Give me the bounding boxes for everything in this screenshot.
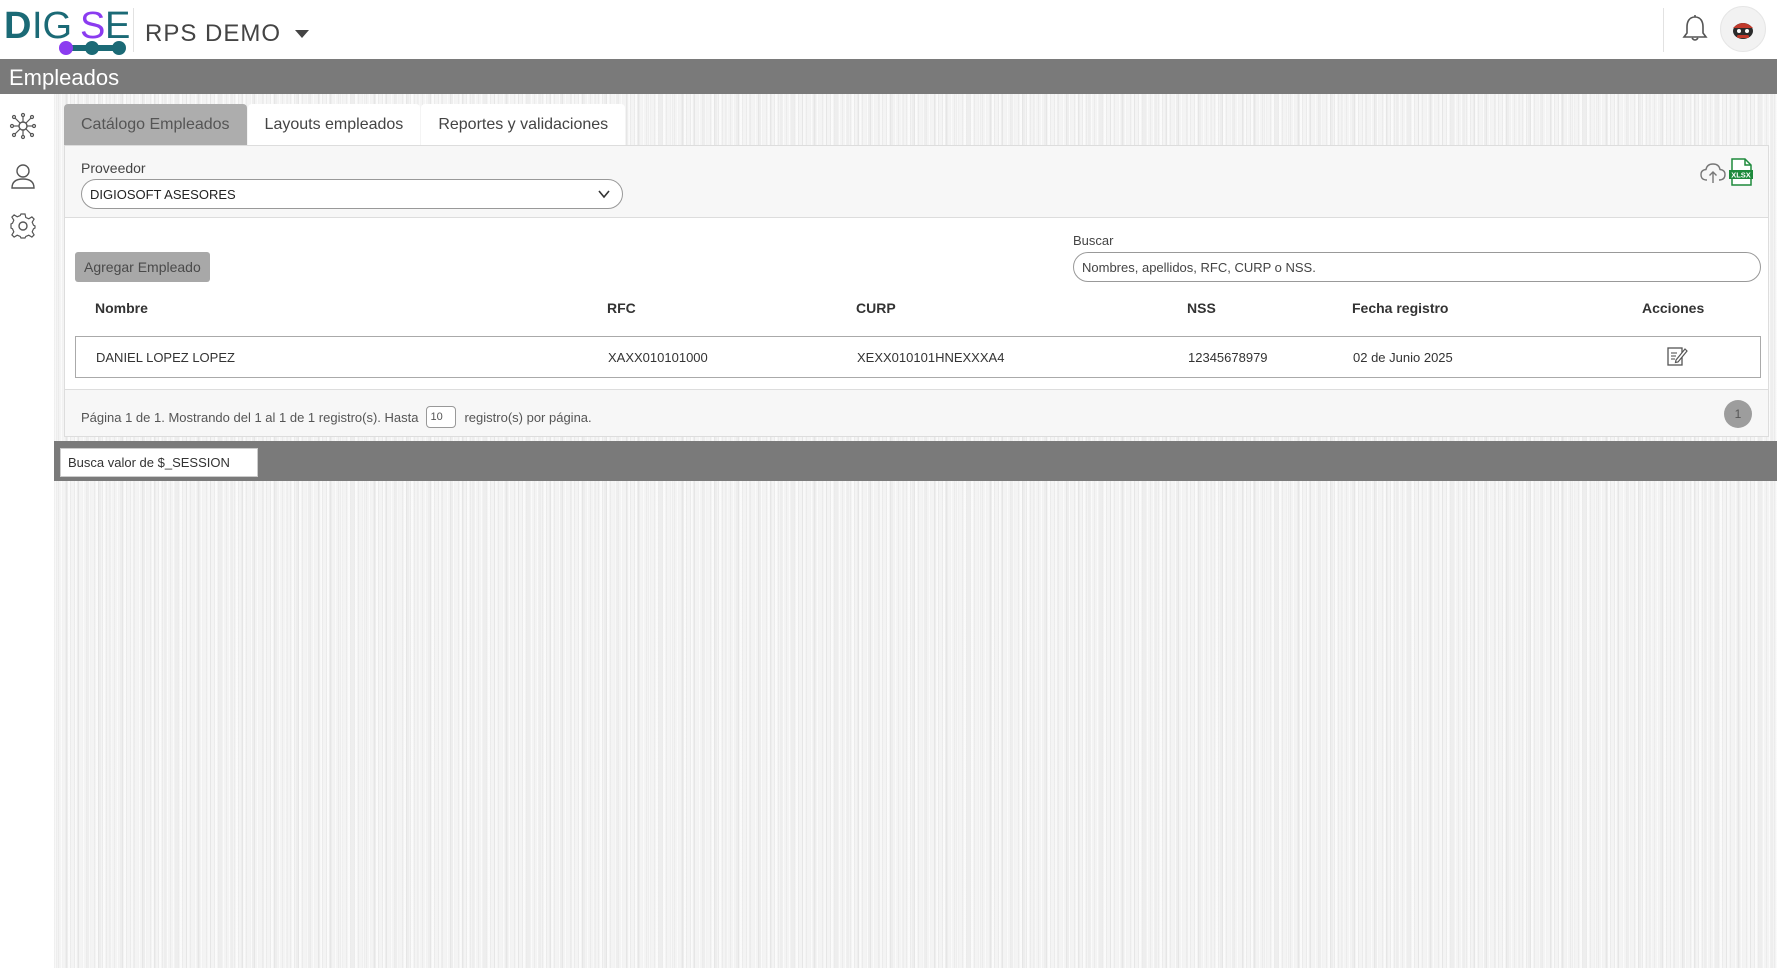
user-avatar-icon bbox=[1733, 23, 1753, 39]
digse-logo[interactable]: D IG S E bbox=[4, 4, 130, 56]
svg-text:IG: IG bbox=[32, 5, 72, 47]
page-button-1[interactable]: 1 bbox=[1724, 400, 1752, 428]
cell-curp: XEXX010101HNEXXXA4 bbox=[857, 350, 1005, 365]
table-row[interactable]: DANIEL LOPEZ LOPEZ XAXX010101000 XEXX010… bbox=[75, 336, 1761, 378]
provider-selected-value: DIGIOSOFT ASESORES bbox=[90, 186, 236, 202]
tab-catalogo-empleados[interactable]: Catálogo Empleados bbox=[64, 104, 247, 145]
cloud-upload-icon[interactable] bbox=[1700, 162, 1726, 184]
search-label: Buscar bbox=[1073, 233, 1114, 248]
cell-nombre: DANIEL LOPEZ LOPEZ bbox=[96, 350, 235, 365]
column-header-acciones: Acciones bbox=[1642, 300, 1705, 316]
edit-icon[interactable] bbox=[1666, 345, 1688, 367]
session-search-band bbox=[54, 441, 1777, 481]
cell-nss: 12345678979 bbox=[1188, 350, 1268, 365]
session-search-input[interactable] bbox=[60, 448, 258, 477]
add-employee-button[interactable]: Agregar Empleado bbox=[75, 252, 210, 282]
provider-section: Proveedor DIGIOSOFT ASESORES XLSX bbox=[65, 146, 1768, 218]
employees-panel: Proveedor DIGIOSOFT ASESORES XLSX Agrega… bbox=[64, 145, 1769, 437]
pagination-text-before: Página 1 de 1. Mostrando del 1 al 1 de 1… bbox=[81, 409, 419, 425]
svg-text:S: S bbox=[80, 5, 105, 47]
column-header-nombre: Nombre bbox=[95, 300, 148, 316]
chevron-down-icon bbox=[598, 190, 610, 199]
pagination-text-after: registro(s) por página. bbox=[464, 409, 592, 425]
tab-layouts-empleados[interactable]: Layouts empleados bbox=[247, 104, 421, 145]
xlsx-export-icon[interactable]: XLSX bbox=[1729, 158, 1753, 186]
provider-select[interactable]: DIGIOSOFT ASESORES bbox=[81, 179, 623, 209]
pagination-bar: Página 1 de 1. Mostrando del 1 al 1 de 1… bbox=[65, 389, 1768, 436]
company-selector[interactable]: RPS DEMO bbox=[145, 20, 310, 48]
sidebar bbox=[0, 94, 54, 968]
provider-label: Proveedor bbox=[81, 160, 146, 176]
company-name: RPS DEMO bbox=[145, 20, 282, 47]
bell-icon[interactable] bbox=[1682, 14, 1708, 42]
column-header-nss: NSS bbox=[1187, 300, 1216, 316]
svg-text:E: E bbox=[105, 5, 130, 47]
column-header-curp: CURP bbox=[856, 300, 896, 316]
cell-fecha-registro: 02 de Junio 2025 bbox=[1353, 350, 1453, 365]
network-icon[interactable] bbox=[9, 112, 37, 140]
svg-text:D: D bbox=[4, 5, 30, 47]
table-header: Nombre RFC CURP NSS Fecha registro Accio… bbox=[75, 296, 1761, 322]
caret-down-icon bbox=[295, 30, 310, 38]
avatar[interactable] bbox=[1720, 6, 1766, 52]
cell-rfc: XAXX010101000 bbox=[608, 350, 708, 365]
top-header: D IG S E RPS DEMO bbox=[0, 0, 1777, 59]
search-input[interactable] bbox=[1073, 252, 1761, 282]
header-divider bbox=[133, 8, 134, 52]
page-title: Empleados bbox=[9, 65, 120, 90]
column-header-rfc: RFC bbox=[607, 300, 636, 316]
pagination-summary: Página 1 de 1. Mostrando del 1 al 1 de 1… bbox=[81, 406, 592, 428]
gear-icon[interactable] bbox=[9, 212, 37, 240]
tab-reportes-validaciones[interactable]: Reportes y validaciones bbox=[421, 104, 626, 145]
page-size-select[interactable]: 10 bbox=[426, 406, 457, 428]
tab-bar: Catálogo Empleados Layouts empleados Rep… bbox=[64, 104, 626, 145]
section-band: Empleados bbox=[0, 59, 1777, 94]
svg-text:XLSX: XLSX bbox=[1731, 171, 1751, 180]
header-divider-right bbox=[1663, 8, 1664, 52]
column-header-fecha-registro: Fecha registro bbox=[1352, 300, 1449, 316]
user-icon[interactable] bbox=[9, 162, 37, 190]
